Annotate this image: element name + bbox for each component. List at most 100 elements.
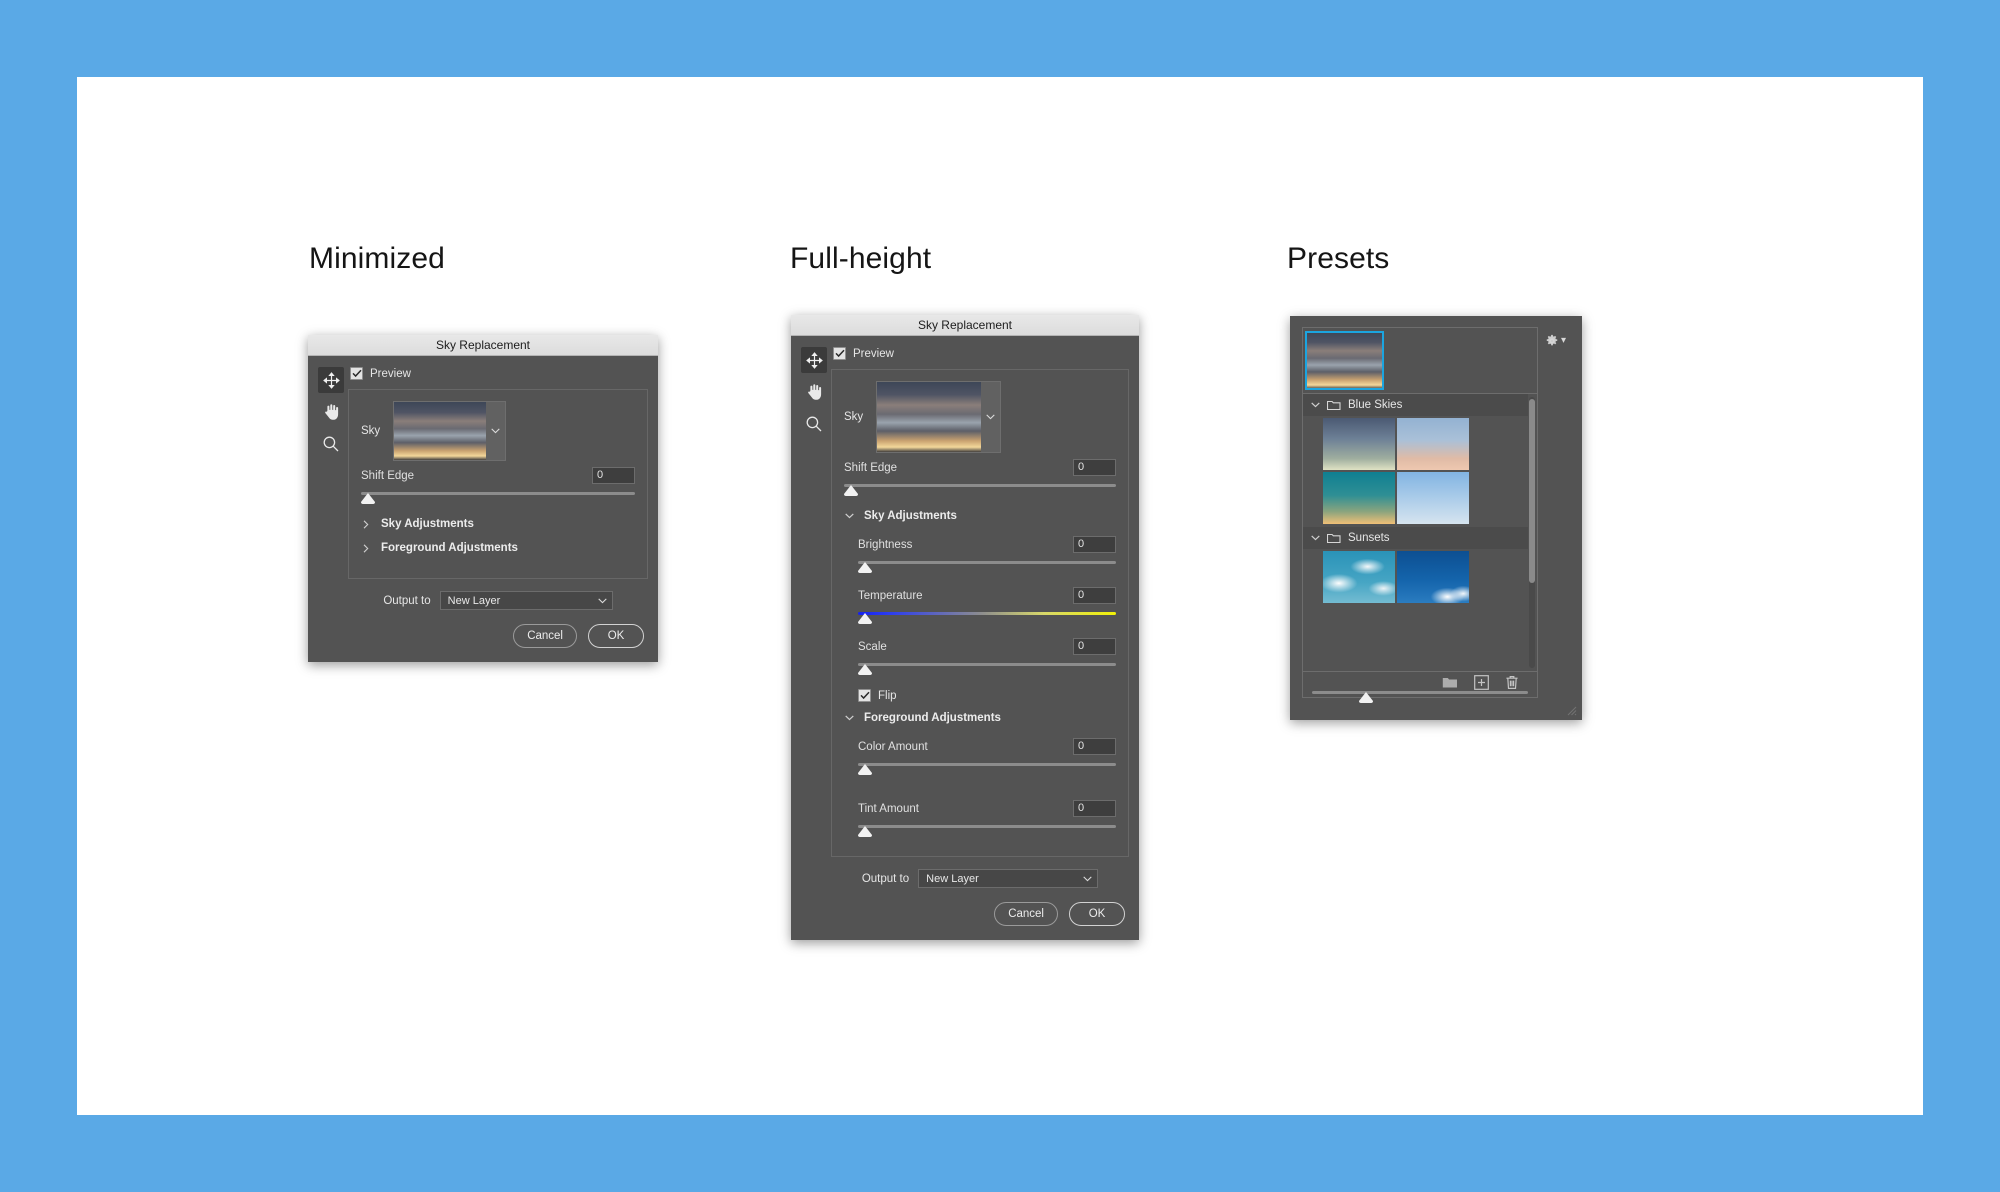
sky-presets-panel[interactable]: ▾ Blue Skies Sunsets	[1290, 316, 1582, 720]
sky-adjustments-section-collapsed[interactable]: Sky Adjustments	[361, 518, 635, 530]
shift-edge-slider[interactable]: Shift Edge 0	[844, 459, 1116, 497]
output-row[interactable]: Output to New Layer	[831, 869, 1129, 888]
sky-replacement-dialog-full-height[interactable]: Sky Replacement Preview Sky Shift Edge 0…	[791, 315, 1139, 940]
flip-row[interactable]: Flip	[858, 689, 1116, 702]
screenshot-canvas: Minimized Full-height Presets Sky Replac…	[0, 0, 2000, 1192]
preset-size-slider[interactable]	[1312, 689, 1528, 703]
current-sky-row[interactable]	[1303, 328, 1537, 394]
color-amount-slider[interactable]: Color Amount 0	[858, 738, 1116, 776]
color-amount-track[interactable]	[858, 763, 1116, 766]
brightness-value[interactable]: 0	[1073, 536, 1116, 553]
shift-edge-track[interactable]	[844, 484, 1116, 487]
scale-track[interactable]	[858, 663, 1116, 666]
scale-slider[interactable]: Scale 0	[858, 638, 1116, 676]
preset-thumbnail[interactable]	[1323, 551, 1395, 603]
preset-size-knob[interactable]	[1359, 692, 1373, 703]
sky-replacement-dialog-minimized[interactable]: Sky Replacement Preview Sky Shift Edge 0…	[308, 335, 658, 662]
brightness-slider[interactable]: Brightness 0	[858, 536, 1116, 574]
presets-scroll-area[interactable]: Blue Skies Sunsets	[1303, 394, 1537, 671]
output-select[interactable]: New Layer	[918, 869, 1099, 888]
preset-thumbnail[interactable]	[1397, 551, 1469, 603]
foreground-adjustments-content: Color Amount 0 Tint Amount 0	[844, 738, 1116, 838]
shift-edge-knob[interactable]	[361, 493, 375, 504]
presets-scrollbar-thumb[interactable]	[1529, 399, 1535, 583]
chevron-down-icon	[844, 513, 854, 519]
adjustments-group: Sky Shift Edge 0	[348, 389, 648, 579]
preview-checkbox[interactable]	[833, 347, 846, 360]
color-amount-value[interactable]: 0	[1073, 738, 1116, 755]
dialog-titlebar[interactable]: Sky Replacement	[308, 335, 658, 356]
preset-thumbnail[interactable]	[1323, 472, 1395, 524]
temperature-knob[interactable]	[858, 613, 872, 624]
shift-edge-knob[interactable]	[844, 485, 858, 496]
sky-picker[interactable]	[876, 381, 1002, 453]
chevron-down-icon[interactable]	[981, 382, 1001, 452]
sky-thumbnail	[877, 382, 982, 452]
hand-tool[interactable]	[318, 399, 344, 425]
presets-browser: Blue Skies Sunsets	[1302, 327, 1538, 698]
preset-group-header[interactable]: Sunsets	[1303, 527, 1528, 549]
tint-amount-knob[interactable]	[858, 826, 872, 837]
shift-edge-label: Shift Edge	[844, 461, 898, 474]
move-tool[interactable]	[801, 347, 827, 373]
output-select[interactable]: New Layer	[439, 591, 613, 610]
preview-checkbox[interactable]	[350, 367, 363, 380]
preset-size-track[interactable]	[1312, 691, 1528, 694]
cancel-button[interactable]: Cancel	[994, 902, 1058, 926]
slide-card: Minimized Full-height Presets Sky Replac…	[77, 77, 1923, 1115]
shift-edge-value[interactable]: 0	[1073, 459, 1116, 476]
column-title-minimized: Minimized	[309, 242, 445, 275]
resize-grip[interactable]	[1564, 703, 1577, 716]
preset-thumbnail[interactable]	[1397, 472, 1469, 524]
temperature-track[interactable]	[858, 612, 1116, 615]
hand-tool[interactable]	[801, 379, 827, 405]
output-value: New Layer	[926, 872, 979, 885]
move-tool[interactable]	[318, 367, 344, 393]
sky-adjustments-section-expanded[interactable]: Sky Adjustments	[844, 510, 1116, 522]
current-sky-thumbnail[interactable]	[1305, 331, 1384, 390]
panel-options-button[interactable]: ▾	[1545, 334, 1566, 348]
preset-group-name: Sunsets	[1348, 532, 1390, 544]
zoom-tool[interactable]	[801, 411, 827, 437]
brightness-knob[interactable]	[858, 562, 872, 573]
shift-edge-value[interactable]: 0	[592, 467, 635, 484]
tint-amount-value[interactable]: 0	[1073, 800, 1116, 817]
scale-knob[interactable]	[858, 664, 872, 675]
presets-scrollbar[interactable]	[1529, 397, 1535, 668]
preset-thumbnail[interactable]	[1323, 418, 1395, 470]
foreground-adjustments-section-expanded[interactable]: Foreground Adjustments	[844, 712, 1116, 724]
shift-edge-slider[interactable]: Shift Edge 0	[361, 467, 635, 505]
column-title-presets: Presets	[1287, 242, 1390, 275]
chevron-down-icon[interactable]	[486, 402, 506, 460]
color-amount-knob[interactable]	[858, 764, 872, 775]
temperature-slider[interactable]: Temperature 0	[858, 587, 1116, 625]
zoom-tool[interactable]	[318, 431, 344, 457]
scale-label: Scale	[858, 640, 887, 653]
dialog-buttons: Cancel OK	[831, 888, 1129, 940]
foreground-adjustments-section-collapsed[interactable]: Foreground Adjustments	[361, 542, 635, 554]
sky-selector-row[interactable]: Sky	[844, 381, 1116, 453]
temperature-value[interactable]: 0	[1073, 587, 1116, 604]
preview-row[interactable]: Preview	[350, 367, 648, 380]
ok-button[interactable]: OK	[588, 624, 644, 648]
tint-amount-slider[interactable]: Tint Amount 0	[858, 800, 1116, 838]
sky-adjustments-label: Sky Adjustments	[864, 510, 957, 522]
chevron-down-icon	[597, 598, 607, 603]
flip-checkbox[interactable]	[858, 689, 871, 702]
preset-thumbnail[interactable]	[1397, 418, 1469, 470]
scale-value[interactable]: 0	[1073, 638, 1116, 655]
shift-edge-track[interactable]	[361, 492, 635, 495]
tint-amount-track[interactable]	[858, 825, 1116, 828]
preset-group-header[interactable]: Blue Skies	[1303, 394, 1528, 416]
color-amount-label: Color Amount	[858, 740, 928, 753]
ok-button[interactable]: OK	[1069, 902, 1125, 926]
dialog-titlebar[interactable]: Sky Replacement	[791, 315, 1139, 336]
preset-group-name: Blue Skies	[1348, 399, 1403, 411]
output-row[interactable]: Output to New Layer	[348, 591, 648, 610]
sky-selector-row[interactable]: Sky	[361, 401, 635, 461]
cancel-button[interactable]: Cancel	[513, 624, 577, 648]
sky-picker[interactable]	[393, 401, 507, 461]
output-label: Output to	[861, 872, 910, 885]
brightness-track[interactable]	[858, 561, 1116, 564]
preview-row[interactable]: Preview	[833, 347, 1129, 360]
